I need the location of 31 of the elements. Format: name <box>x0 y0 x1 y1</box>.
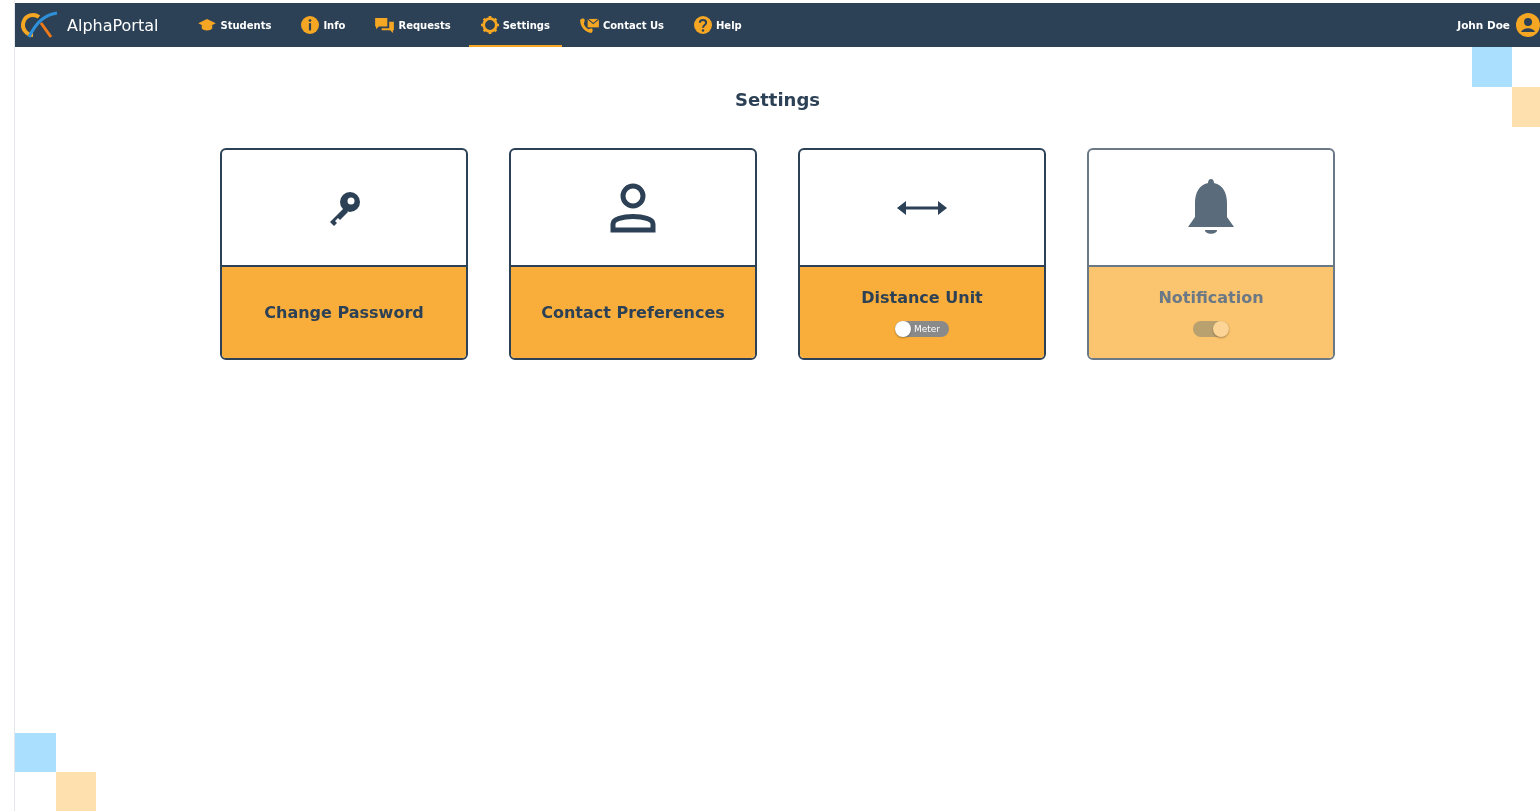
graduation-cap-icon <box>198 18 217 32</box>
nav-tab[interactable]: Help <box>682 5 754 47</box>
chat-icon <box>375 17 395 33</box>
card-title: Change Password <box>264 303 424 322</box>
nav-tab[interactable]: Requests <box>363 5 463 47</box>
settings-card[interactable]: Change Password <box>220 148 468 360</box>
decor-square <box>56 772 96 811</box>
user-name[interactable]: John Doe <box>1457 19 1510 31</box>
person-icon <box>608 181 658 234</box>
phone-envelope-icon <box>579 17 599 33</box>
nav-tab[interactable]: Contact Us <box>567 5 676 47</box>
card-title: Contact Preferences <box>541 303 725 322</box>
page-title: Settings <box>735 89 820 110</box>
brand-name[interactable]: AlphaPortal <box>67 15 159 35</box>
nav-tab[interactable]: Settings <box>468 5 562 47</box>
user-avatar-icon[interactable] <box>1516 13 1540 37</box>
nav-tab[interactable]: Info <box>289 5 358 47</box>
decor-square <box>1472 47 1512 87</box>
toggle-label: Meter <box>914 324 941 334</box>
settings-card[interactable]: Contact Preferences <box>509 148 757 360</box>
card-title: Distance Unit <box>861 288 983 307</box>
info-icon <box>301 16 320 34</box>
double-arrow-icon <box>897 199 947 216</box>
help-icon <box>694 16 712 34</box>
decor-square <box>15 733 56 772</box>
logo-icon <box>19 11 59 39</box>
settings-card[interactable]: Distance Unit Meter <box>798 148 1046 360</box>
card-title: Notification <box>1158 288 1264 307</box>
nav-tab[interactable]: Students <box>186 5 284 47</box>
decor-square <box>1512 87 1540 127</box>
settings-icon <box>480 16 499 34</box>
